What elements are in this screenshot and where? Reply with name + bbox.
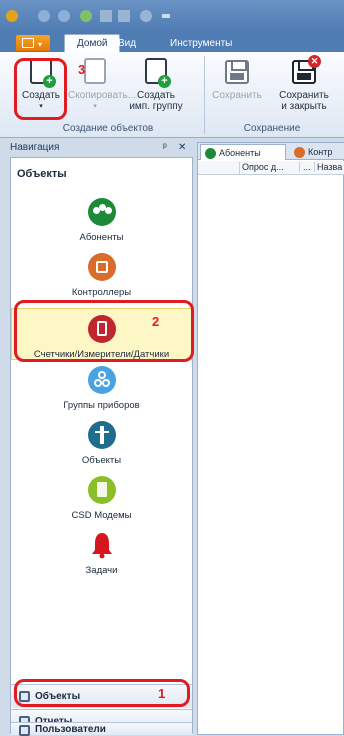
chevron-down-icon: ▾ [93,103,97,110]
nav-item-csd-modems[interactable]: CSD Модемы [11,476,192,521]
customize-dropdown-icon[interactable] [162,14,170,18]
cube-icon [19,725,30,736]
nav-item-label: Контроллеры [71,287,132,298]
ribbon-tabs: ▾ Домой Вид Инструменты [0,32,344,52]
create-group-label-1: Создать [136,90,175,101]
save-label: Сохранить [212,90,262,101]
nav-section-label: Пользователи [35,724,106,735]
group-separator [204,56,205,134]
annotation-number-3: 3 [78,62,86,77]
save-close-icon: ✕ [292,55,321,84]
column-header-name[interactable]: Назва [317,162,344,172]
app-menu-button[interactable]: ▾ [16,35,50,51]
navigation-pane: Объекты Абоненты Контроллеры Счетчики/Из… [10,157,193,735]
new-group-icon: + [145,58,171,88]
tab-home[interactable]: Домой [64,34,121,52]
annotation-number-1: 1 [158,686,166,701]
highlight-meters [14,300,194,362]
bell-icon [88,531,116,559]
tab-tools[interactable]: Инструменты [170,38,232,49]
annotation-number-2: 2 [152,314,160,329]
nav-item-tasks[interactable]: Задачи [11,531,192,576]
objects-icon [87,421,116,449]
nav-item-label: Группы приборов [63,400,140,411]
nav-item-subscribers[interactable]: Абоненты [11,198,192,243]
controller-icon [294,147,305,158]
save-and-close-button[interactable]: ✕ Сохранить и закрыть [276,55,332,112]
controller-icon [87,253,116,281]
chevron-down-icon: ▾ [38,40,43,49]
highlight-create [14,58,67,120]
column-header-more[interactable]: ... [303,162,315,172]
forward-icon[interactable] [58,10,70,22]
doc-tab-label: Абоненты [219,148,261,158]
navigation-title: Навигация [10,142,60,153]
pin-icon[interactable]: ᵖ [163,142,167,153]
column-header-poll-date[interactable]: Опрос д... [242,162,300,172]
save-close-label-2: и закрыть [281,101,327,112]
row-indicator-column [210,162,240,174]
app-menu-icon [22,38,34,48]
nav-item-label: Абоненты [79,232,124,243]
document-tabs: Абоненты Контр [198,143,344,160]
doc-tab-controllers[interactable]: Контр [290,144,344,160]
content-area: Абоненты Контр Опрос д... ... Назва [197,142,344,735]
group-label-saving: Сохранение [243,123,301,134]
group-label-create: Создание объектов [62,123,154,134]
close-icon[interactable]: ✕ [178,142,186,153]
copy-button[interactable]: Скопировать... ▾ [68,58,137,112]
save-close-quick-icon[interactable] [118,10,130,22]
nav-section-users-row[interactable]: Пользователи [11,722,192,736]
create-group-label-2: имп. группу [129,101,183,112]
copy-label: Скопировать... [68,90,137,101]
nav-item-controllers[interactable]: Контроллеры [11,253,192,298]
refresh-icon[interactable] [80,10,92,22]
nav-item-label: CSD Модемы [71,510,132,521]
nav-item-label: Задачи [85,565,118,576]
nav-item-label: Объекты [81,455,122,466]
nav-item-objects[interactable]: Объекты [11,421,192,466]
copy-document-icon [84,58,106,84]
create-import-group-button[interactable]: + Создать имп. группу [128,58,184,112]
doc-tab-subscribers[interactable]: Абоненты [200,144,286,160]
save-button[interactable]: Сохранить [210,58,264,101]
save-close-label-1: Сохранить [279,90,329,101]
back-icon[interactable] [38,10,50,22]
undo-icon[interactable] [140,10,152,22]
subscribers-icon [205,148,216,159]
navigation-header: Навигация ᵖ ✕ [10,142,193,156]
nav-item-device-groups[interactable]: Группы приборов [11,366,192,411]
title-bar [0,0,344,32]
subscribers-icon [87,198,116,226]
save-icon [225,60,249,84]
modem-icon [87,476,116,504]
app-logo-icon[interactable] [6,10,18,22]
doc-tab-label: Контр [308,147,333,157]
device-groups-icon [87,366,116,394]
category-title: Объекты [17,168,67,180]
tab-view[interactable]: Вид [118,38,136,49]
column-headers: Опрос д... ... Назва [198,161,344,175]
save-quick-icon[interactable] [100,10,112,22]
